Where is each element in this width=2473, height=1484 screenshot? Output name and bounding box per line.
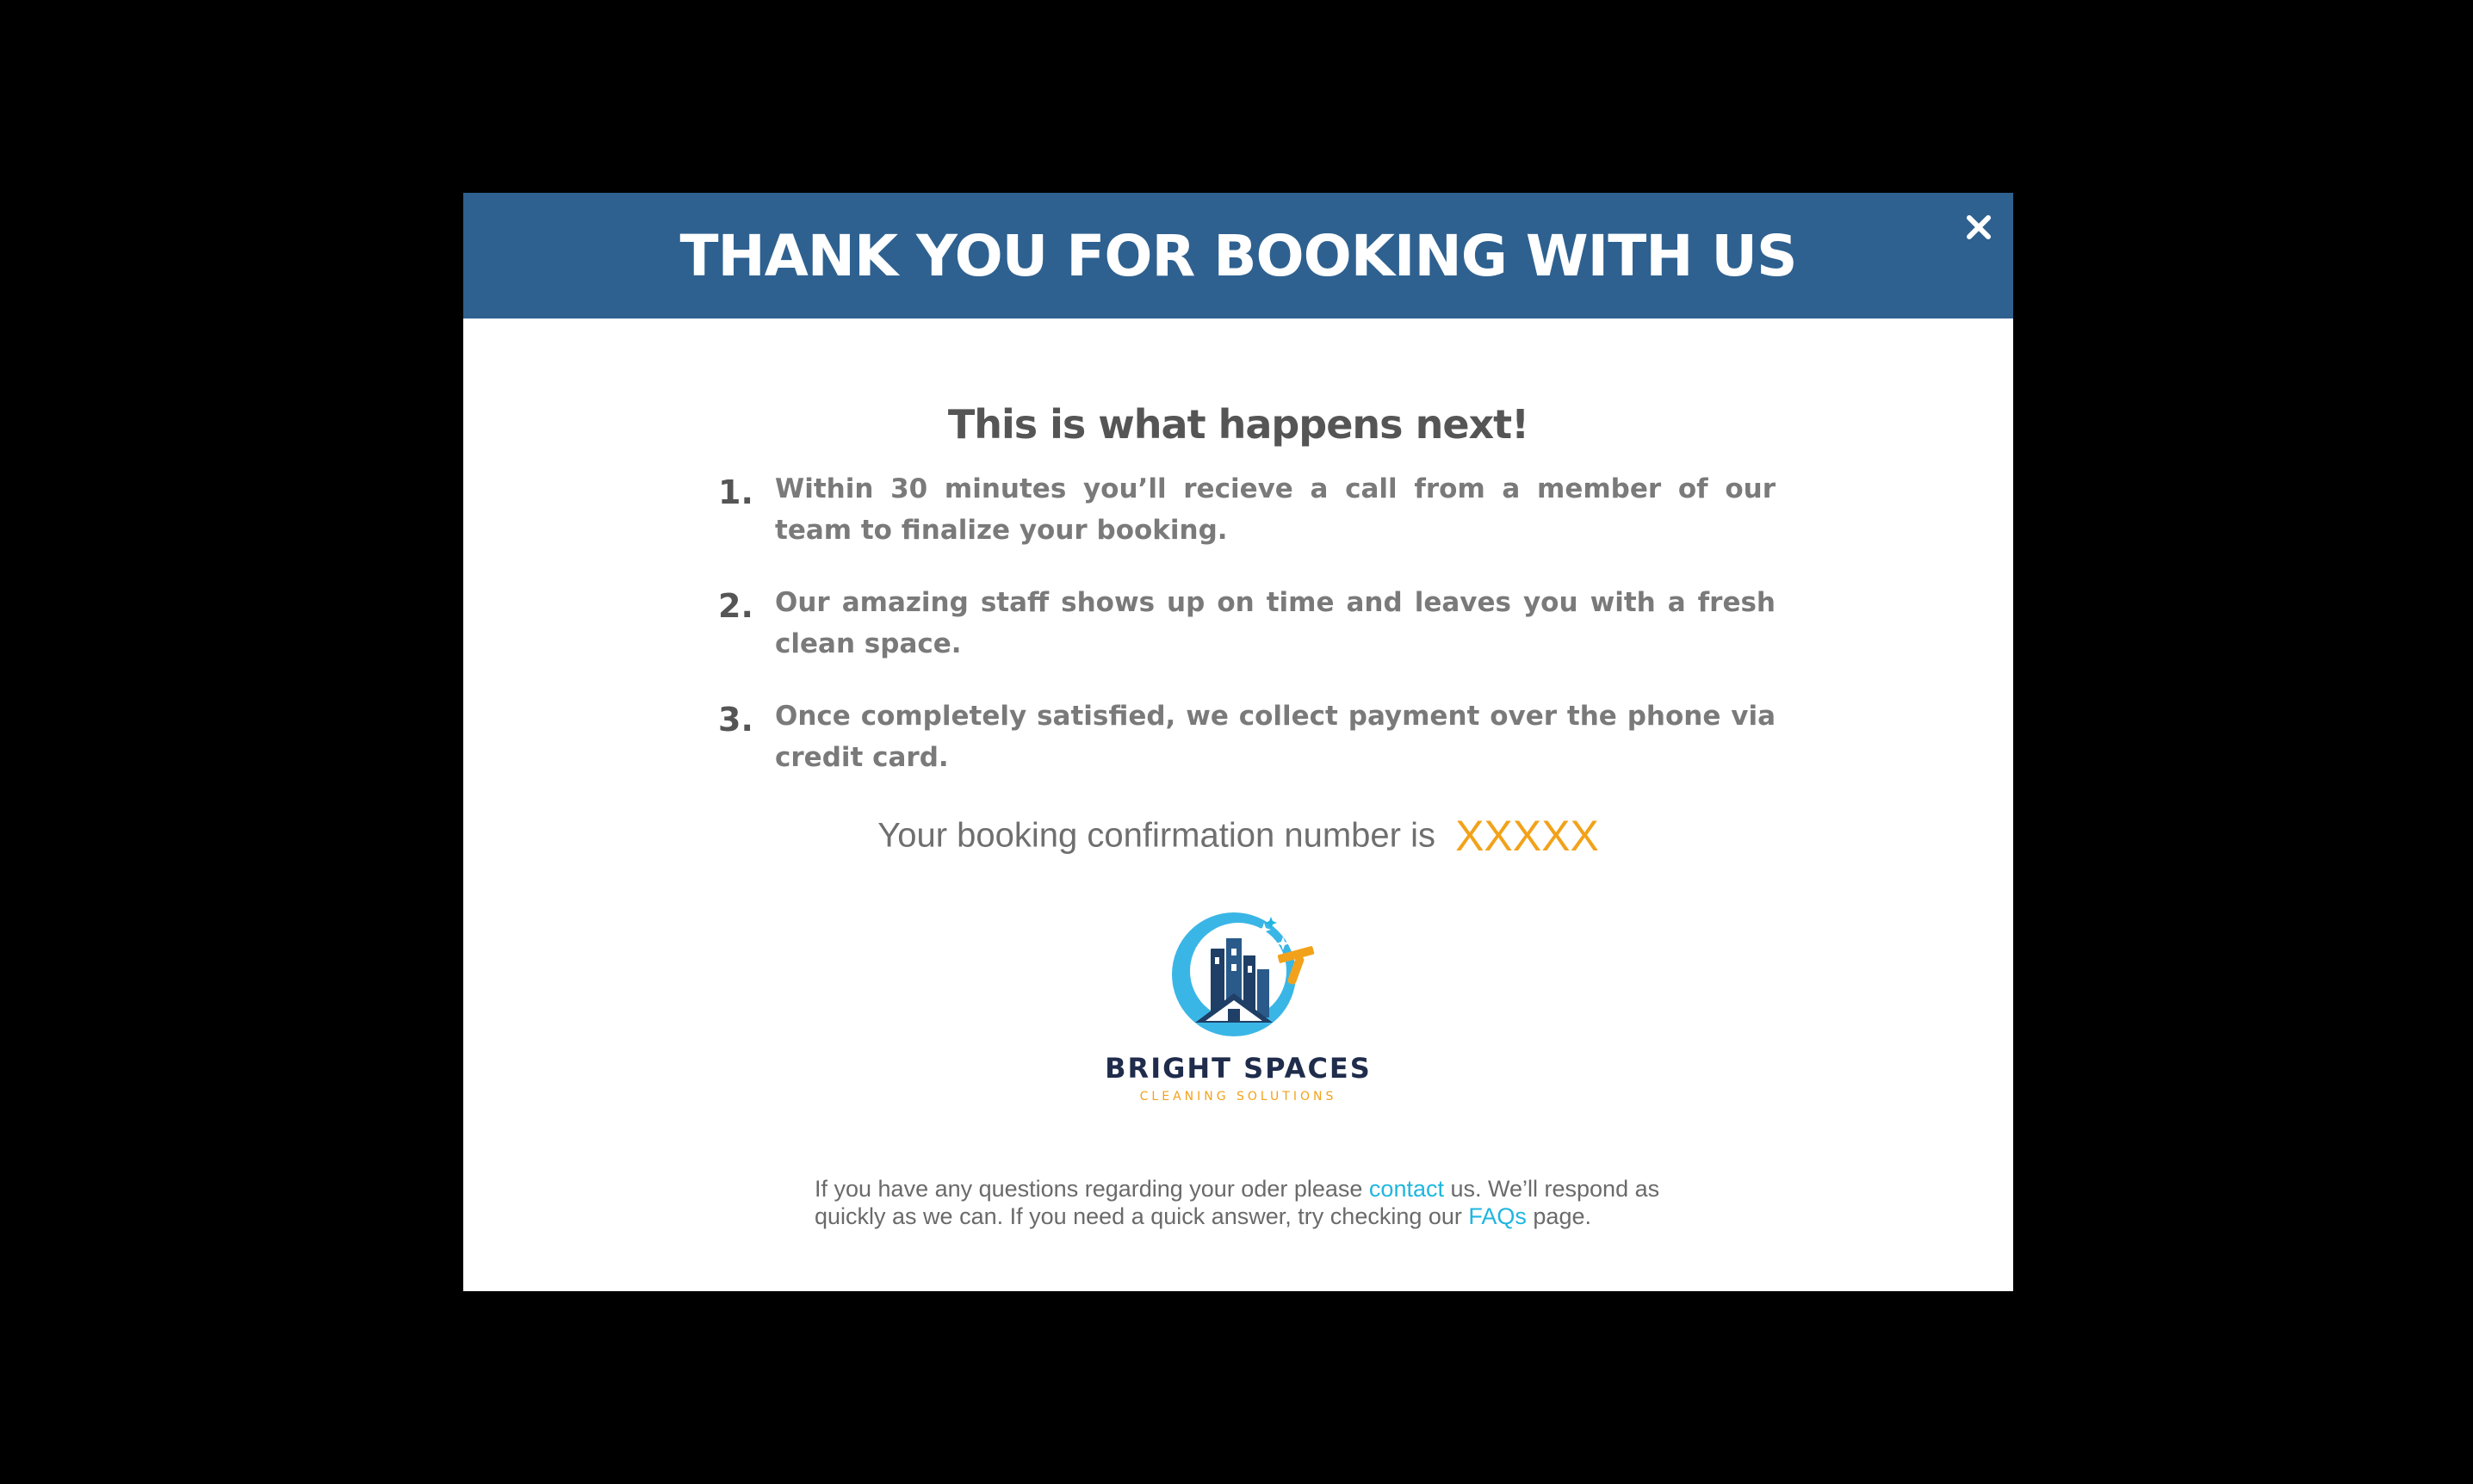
step-number: 1. — [718, 473, 753, 511]
step-number: 3. — [718, 701, 753, 739]
step-text: Once completely satisfied, we collect pa… — [775, 701, 1776, 773]
list-item: 3. Once completely satisfied, we collect… — [718, 696, 1776, 778]
contact-link[interactable]: contact — [1369, 1176, 1444, 1202]
footer-text-part: If you have any questions regarding your… — [815, 1176, 1369, 1202]
confirmation-label: Your booking confirmation number is — [877, 816, 1435, 855]
list-item: 2. Our amazing staff shows up on time an… — [718, 582, 1776, 665]
brand-name: BRIGHT SPACES — [1105, 1052, 1372, 1085]
next-steps-heading: This is what happens next! — [947, 401, 1529, 448]
faqs-link[interactable]: FAQs — [1468, 1203, 1527, 1229]
modal-header: THANK YOU FOR BOOKING WITH US — [463, 193, 2013, 318]
next-steps-list: 1. Within 30 minutes you’ll recieve a ca… — [718, 468, 1776, 809]
modal-body: This is what happens next! 1. Within 30 … — [463, 318, 2013, 1291]
modal-title: THANK YOU FOR BOOKING WITH US — [679, 222, 1797, 289]
close-button[interactable] — [1956, 205, 2001, 250]
confirmation-row: Your booking confirmation number is XXXX… — [463, 811, 2013, 861]
confirmation-number: XXXXX — [1455, 812, 1599, 860]
close-icon — [1967, 215, 1991, 239]
footer-help-text: If you have any questions regarding your… — [815, 1175, 1676, 1230]
list-item: 1. Within 30 minutes you’ll recieve a ca… — [718, 468, 1776, 551]
brand-tagline: CLEANING SOLUTIONS — [1139, 1090, 1337, 1104]
footer-text-part: page. — [1526, 1203, 1591, 1229]
step-text: Our amazing staff shows up on time and l… — [775, 587, 1776, 659]
booking-confirmation-modal: THANK YOU FOR BOOKING WITH US This is wh… — [463, 193, 2013, 1291]
step-number: 2. — [718, 587, 753, 625]
step-text: Within 30 minutes you’ll recieve a call … — [775, 473, 1776, 546]
